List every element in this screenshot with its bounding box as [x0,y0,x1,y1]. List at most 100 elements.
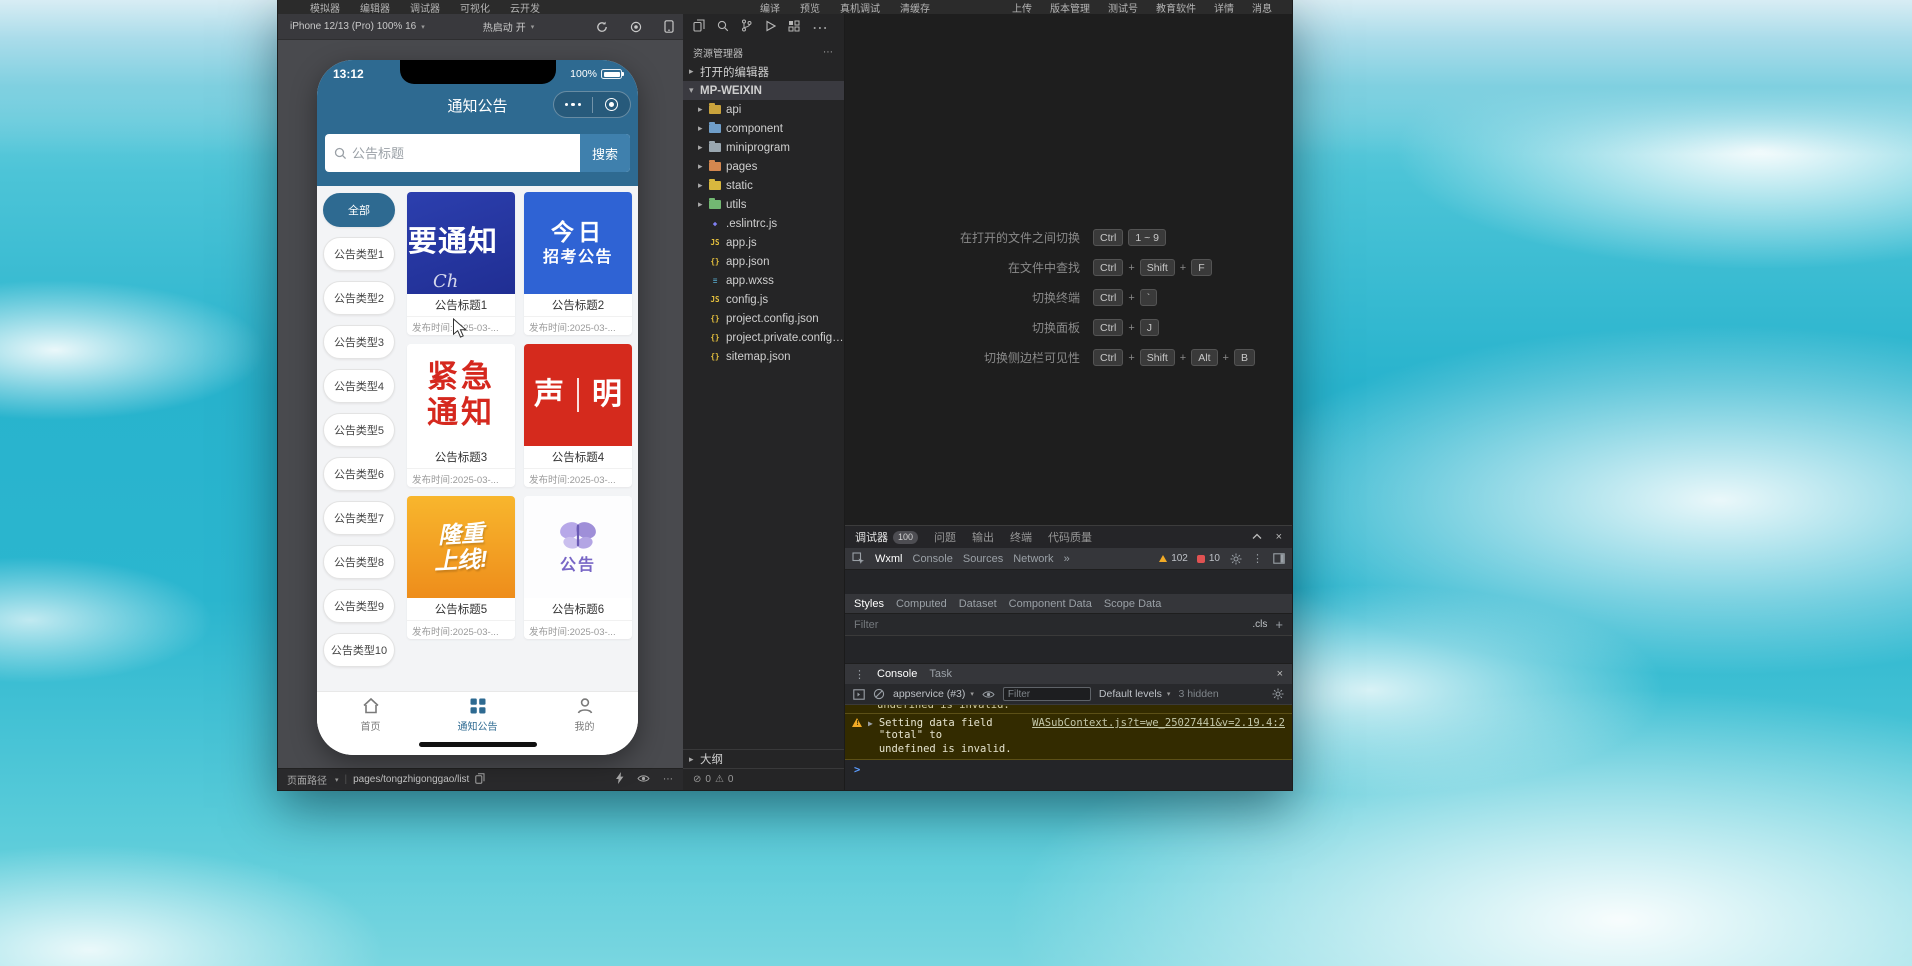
expand-arrow-icon[interactable]: ▶ [868,719,873,755]
more-icon[interactable] [554,103,592,107]
clear-console-icon[interactable] [873,688,885,700]
tree-item[interactable]: {}project.private.config.js... [683,328,844,347]
debug-icon[interactable] [764,19,776,37]
add-style-icon[interactable]: + [1275,617,1283,632]
phone-icon[interactable] [664,20,674,33]
announcement-card[interactable]: 公告公告标题6发布时间:2025-03-... [524,496,632,639]
menu-item-middle-3[interactable]: 清缓存 [900,0,930,15]
record-icon[interactable] [630,21,642,33]
tree-item[interactable]: ▸api [683,100,844,119]
search-button[interactable]: 搜索 [580,134,630,172]
tree-item[interactable]: JSconfig.js [683,290,844,309]
announcement-card[interactable]: 紧急通知公告标题3发布时间:2025-03-... [407,344,515,487]
more-icon[interactable]: ⋯ [823,47,834,58]
devtools-tab[interactable]: Sources [963,553,1003,565]
panel-tab[interactable]: 终端 [1010,529,1032,545]
announcement-card[interactable]: 声明公告标题4发布时间:2025-03-... [524,344,632,487]
console-tab[interactable]: Console [877,668,917,680]
menu-item-right-3[interactable]: 教育软件 [1156,0,1196,15]
eye-icon[interactable] [637,774,650,786]
gear-icon[interactable] [1272,688,1284,700]
extensions-icon[interactable] [788,19,800,37]
open-editors-section[interactable]: ▸ 打开的编辑器 [683,62,844,81]
tabbar-item[interactable]: 我的 [531,692,638,737]
announcement-card[interactable]: 今日招考公告公告标题2发布时间:2025-03-... [524,192,632,335]
menu-item-right-2[interactable]: 测试号 [1108,0,1138,15]
more-icon[interactable]: ⋯ [812,18,829,38]
tabbar-item[interactable]: 首页 [317,692,424,737]
announcement-card[interactable]: 隆重上线!公告标题5发布时间:2025-03-... [407,496,515,639]
search-input[interactable] [352,146,580,161]
category-pill[interactable]: 全部 [323,193,395,227]
project-root[interactable]: ▾ MP-WEIXIN [683,81,844,100]
more-icon[interactable]: ⋯ [663,774,674,785]
files-icon[interactable] [693,19,705,37]
context-selector[interactable]: appservice (#3) ▾ [893,688,974,700]
problems-status[interactable]: ⊘ 0 ⚠ 0 [683,768,844,790]
log-levels-selector[interactable]: Default levels ▾ [1099,688,1171,700]
category-pill[interactable]: 公告类型6 [323,457,395,491]
announcement-card[interactable]: 要通知Ch公告标题1发布时间:2025-03-... [407,192,515,335]
console-prompt[interactable]: > [845,760,1292,780]
panel-tab[interactable]: 输出 [972,529,994,545]
page-path-value[interactable]: pages/tongzhigonggao/list [353,774,469,785]
gear-icon[interactable] [1230,553,1242,565]
hot-reload-toggle[interactable]: 热启动 开 ▾ [483,19,535,34]
category-pill[interactable]: 公告类型5 [323,413,395,447]
tabbar-item[interactable]: 通知公告 [424,692,531,737]
search-icon[interactable] [717,19,729,37]
tree-item[interactable]: ▸utils [683,195,844,214]
category-pill[interactable]: 公告类型1 [323,237,395,271]
menu-item-left-1[interactable]: 编辑器 [360,0,390,15]
category-pill[interactable]: 公告类型4 [323,369,395,403]
expand-panel-icon[interactable] [1252,531,1262,543]
menu-item-middle-2[interactable]: 真机调试 [840,0,880,15]
menu-item-middle-0[interactable]: 编译 [760,0,780,15]
category-pill[interactable]: 公告类型7 [323,501,395,535]
tree-item[interactable]: ≡app.wxss [683,271,844,290]
inspect-icon[interactable] [852,552,865,565]
tree-item[interactable]: {}project.config.json [683,309,844,328]
menu-item-right-1[interactable]: 版本管理 [1050,0,1090,15]
kebab-menu-icon[interactable]: ⋮ [1252,552,1263,565]
tree-item[interactable]: ◆.eslintrc.js [683,214,844,233]
category-pill[interactable]: 公告类型3 [323,325,395,359]
dock-side-icon[interactable] [1273,553,1285,564]
search-field[interactable]: 搜索 [325,134,630,172]
issue-counters[interactable]: 102 10 [1159,553,1220,564]
close-icon[interactable]: × [1276,531,1282,543]
lightning-icon[interactable] [616,772,624,787]
tab-overflow-chevron[interactable]: » [1064,553,1070,565]
panel-tab[interactable]: 问题 [934,529,956,545]
source-link[interactable]: WASubContext.js?t=we_25027441&v=2.19.4:2 [1032,717,1285,741]
styles-tab[interactable]: Computed [896,598,947,610]
console-warning-message[interactable]: ▶ Setting data field "total" to WASubCon… [845,714,1292,760]
category-pill[interactable]: 公告类型10 [323,633,395,667]
menu-item-right-4[interactable]: 详情 [1214,0,1234,15]
menu-item-right-5[interactable]: 消息 [1252,0,1272,15]
copy-icon[interactable] [475,773,485,787]
menu-item-right-0[interactable]: 上传 [1012,0,1032,15]
source-control-icon[interactable] [741,19,752,37]
page-path-label[interactable]: 页面路径 [287,772,327,787]
console-sidebar-icon[interactable] [853,689,865,700]
console-tab[interactable]: Task [929,668,952,680]
styles-tab[interactable]: Scope Data [1104,598,1161,610]
tree-item[interactable]: JSapp.js [683,233,844,252]
home-indicator[interactable] [419,742,537,747]
styles-tab[interactable]: Component Data [1009,598,1092,610]
menu-item-middle-1[interactable]: 预览 [800,0,820,15]
styles-tab[interactable]: Styles [854,598,884,610]
hidden-messages-count[interactable]: 3 hidden [1178,688,1218,700]
tree-item[interactable]: ▸miniprogram [683,138,844,157]
styles-filter-input[interactable] [854,619,1244,631]
menu-item-left-4[interactable]: 云开发 [510,0,540,15]
panel-tab[interactable]: 调试器100 [855,529,918,545]
menu-item-left-2[interactable]: 调试器 [410,0,440,15]
category-pill[interactable]: 公告类型8 [323,545,395,579]
tree-item[interactable]: {}sitemap.json [683,347,844,366]
devtools-tab[interactable]: Network [1013,553,1053,565]
devtools-tab[interactable]: Console [913,553,953,565]
outline-section[interactable]: ▸ 大纲 [683,749,844,768]
tree-item[interactable]: ▸pages [683,157,844,176]
